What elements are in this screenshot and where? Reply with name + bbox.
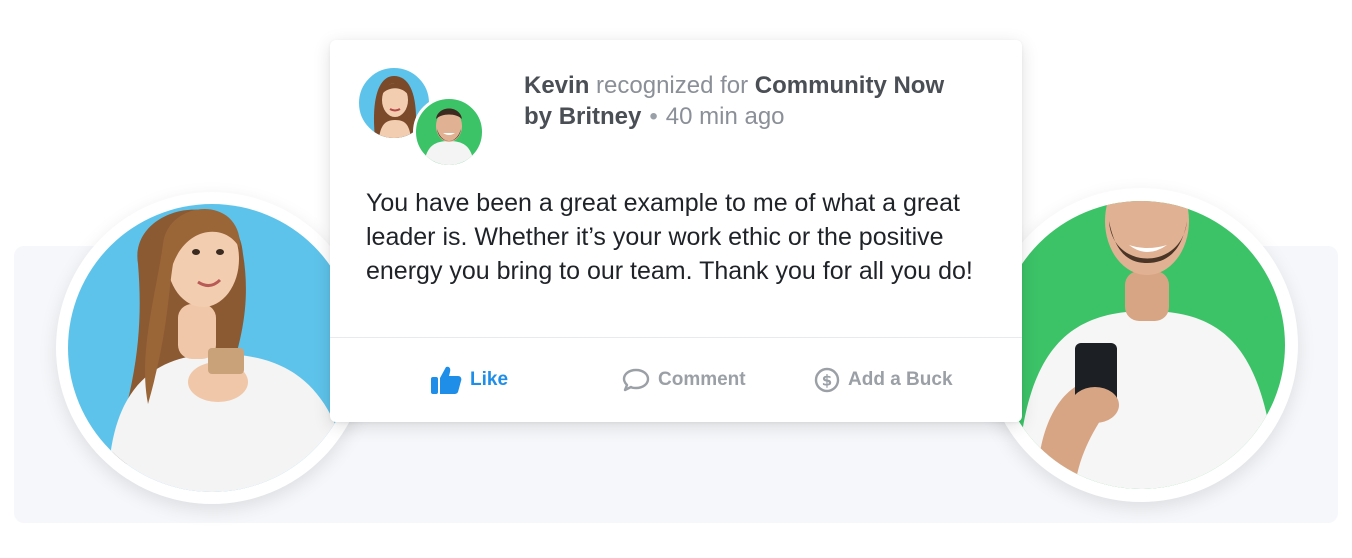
recipient-portrait [997, 201, 1285, 489]
giver-name[interactable]: Britney [559, 103, 642, 130]
recognition-headline: Kevin recognized for Community Now by Br… [524, 70, 994, 132]
recognized-text: recognized for [596, 72, 749, 99]
recipient-avatar[interactable] [413, 96, 485, 168]
comment-label: Comment [658, 369, 746, 390]
like-button[interactable]: Like [430, 360, 508, 400]
by-text: by [524, 103, 553, 130]
dollar-coin-icon: $ [814, 367, 840, 393]
giver-portrait [68, 204, 356, 492]
recognition-card: Kevin recognized for Community Now by Br… [330, 40, 1022, 422]
card-divider [330, 337, 1022, 338]
recipient-name[interactable]: Kevin [524, 72, 589, 99]
recognition-message: You have been a great example to me of w… [366, 189, 973, 285]
award-name[interactable]: Community Now [755, 72, 944, 99]
svg-text:$: $ [822, 372, 832, 390]
comment-button[interactable]: Comment [622, 360, 746, 400]
speech-bubble-icon [622, 367, 650, 393]
add-buck-label: Add a Buck [848, 369, 953, 390]
timestamp: 40 min ago [665, 103, 785, 130]
like-label: Like [470, 369, 509, 390]
add-buck-button[interactable]: $ Add a Buck [814, 360, 953, 400]
thumbs-up-icon [430, 365, 462, 395]
separator-dot: • [649, 103, 658, 130]
